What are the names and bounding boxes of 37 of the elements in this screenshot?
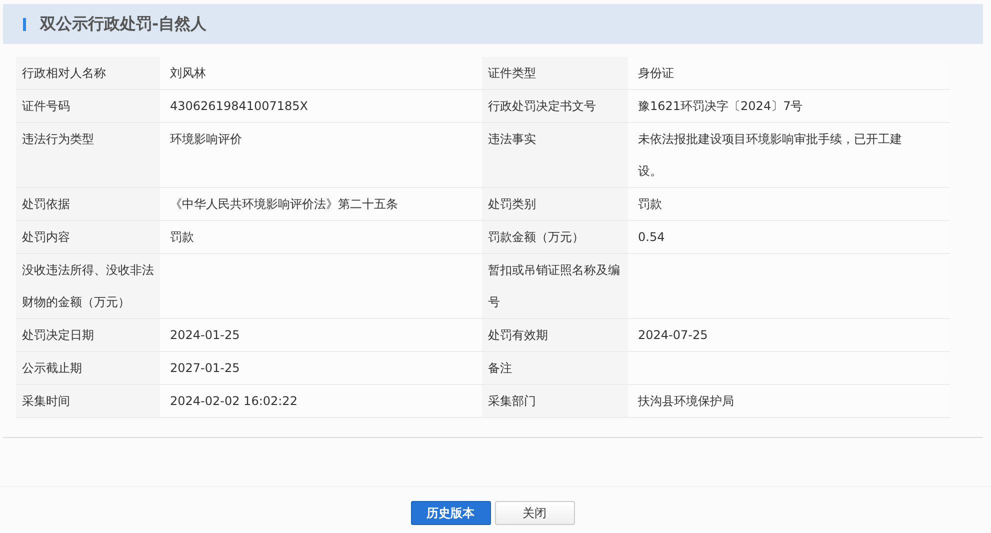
field-label: 处罚有效期: [488, 328, 548, 342]
field-value: 43062619841007185X: [170, 99, 308, 113]
field-value: 2024-07-25: [638, 328, 708, 342]
field-value: 豫1621环罚决字〔2024〕7号: [638, 99, 803, 113]
field-value: 刘风林: [170, 66, 206, 80]
field-label: 采集部门: [488, 394, 536, 408]
field-value: 2024-01-25: [170, 328, 240, 342]
field-value: 罚款: [638, 197, 662, 211]
field-label: 行政相对人名称: [22, 66, 106, 80]
field-value: 0.54: [638, 230, 665, 244]
field-value: 身份证: [638, 66, 674, 80]
field-label: 处罚类别: [488, 197, 536, 211]
close-button[interactable]: 关闭: [494, 501, 574, 525]
field-value: 2027-01-25: [170, 361, 240, 375]
field-label: 违法事实: [488, 132, 536, 146]
field-label: 违法行为类型: [22, 132, 94, 146]
field-label: 处罚内容: [22, 230, 70, 244]
field-value: 罚款: [170, 230, 194, 244]
field-value: 扶沟县环境保护局: [638, 394, 734, 408]
field-label: 证件号码: [22, 99, 70, 113]
field-label: 采集时间: [22, 394, 70, 408]
field-value: 未依法报批建设项目环境影响审批手续，已开工建设。: [638, 132, 902, 178]
field-value: 环境影响评价: [170, 132, 242, 146]
field-label: 罚款金额（万元）: [488, 230, 584, 244]
field-label: 处罚依据: [22, 197, 70, 211]
field-label: 证件类型: [488, 66, 536, 80]
page-title: 双公示行政处罚-自然人: [40, 14, 207, 34]
field-label: 暂扣或吊销证照名称及编号: [488, 263, 620, 309]
field-value: 《中华人民共环境影响评价法》第二十五条: [170, 197, 398, 211]
field-value: 2024-02-02 16:02:22: [170, 394, 298, 408]
field-label: 处罚决定日期: [22, 328, 94, 342]
history-button[interactable]: 历史版本: [410, 501, 490, 525]
field-label: 没收违法所得、没收非法财物的金额（万元）: [22, 263, 154, 309]
title-marker-icon: [23, 18, 26, 30]
field-label: 行政处罚决定书文号: [488, 99, 596, 113]
field-label: 公示截止期: [22, 361, 82, 375]
field-label: 备注: [488, 361, 512, 375]
